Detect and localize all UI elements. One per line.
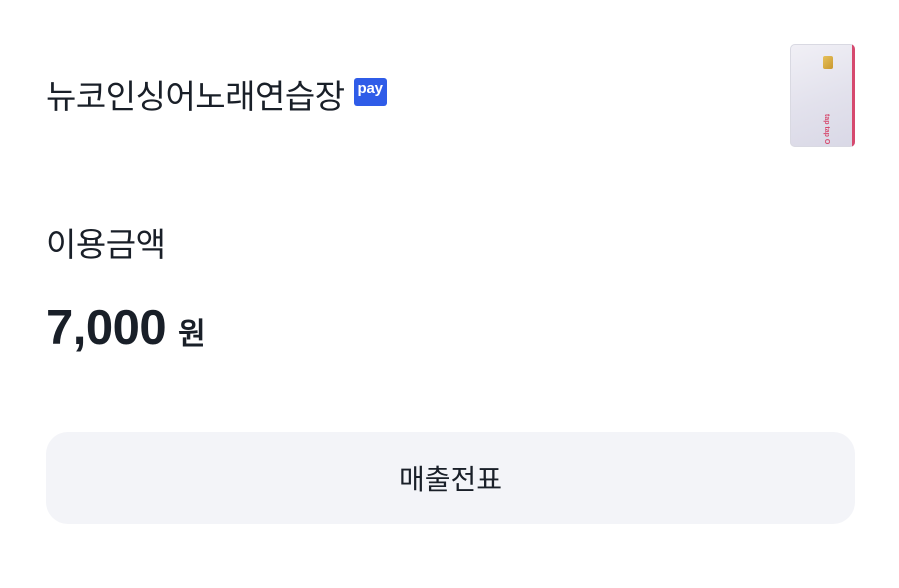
amount-value: 7,000 — [46, 301, 167, 355]
amount-unit: 원 — [178, 317, 206, 352]
card-image: tap tap O — [790, 44, 855, 147]
pay-badge-icon: pay — [353, 78, 387, 106]
amount-row: 7,000 원 — [46, 300, 206, 356]
receipt-button[interactable]: 매출전표 — [46, 432, 855, 524]
merchant-name: 뉴코인싱어노래연습장 — [46, 77, 345, 116]
card-brand-logo: tap tap O — [823, 114, 830, 145]
card-chip-icon — [823, 56, 833, 69]
merchant-row: 뉴코인싱어노래연습장 pay — [46, 70, 387, 118]
amount-label: 이용금액 — [46, 225, 166, 264]
card-stripe — [852, 44, 855, 147]
